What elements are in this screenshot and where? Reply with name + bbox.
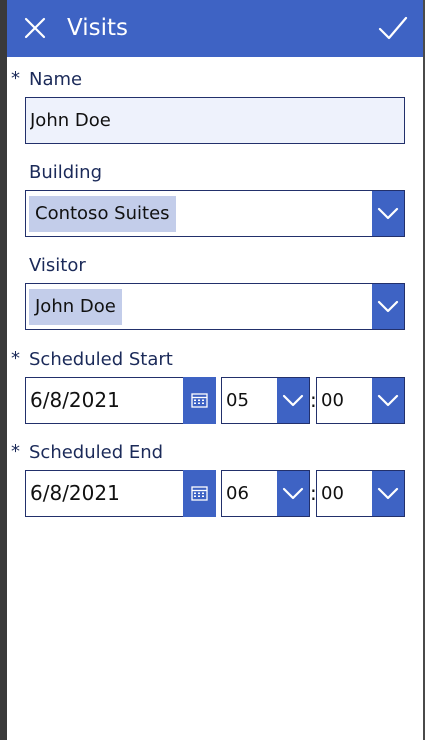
calendar-icon (191, 486, 208, 501)
chevron-down-icon (377, 487, 399, 500)
scheduled-start-minute-select[interactable]: 00 (316, 377, 405, 424)
visitor-combobox[interactable]: John Doe (25, 283, 405, 330)
building-dropdown-button[interactable] (372, 191, 404, 236)
close-button[interactable] (21, 14, 49, 42)
visitor-label: Visitor (29, 255, 86, 276)
name-required-marker: * (11, 68, 20, 89)
submit-button[interactable] (377, 12, 409, 44)
scheduled-end-minute-dropdown-button[interactable] (372, 471, 404, 516)
building-combobox[interactable]: Contoso Suites (25, 190, 405, 237)
scheduled-start-minute-dropdown-button[interactable] (372, 378, 404, 423)
chevron-down-icon (377, 300, 399, 313)
scheduled-end-required-marker: * (11, 441, 20, 462)
name-label: Name (29, 69, 83, 90)
scheduled-start-required-marker: * (11, 348, 20, 369)
scheduled-end-label: Scheduled End (29, 442, 164, 463)
chevron-down-icon (282, 487, 304, 500)
scheduled-end-hour-select[interactable]: 06 (221, 470, 310, 517)
scheduled-start-date-input[interactable]: 6/8/2021 (25, 377, 183, 424)
scheduled-start-hour-select[interactable]: 05 (221, 377, 310, 424)
scheduled-end-minute-value: 00 (321, 483, 344, 504)
chevron-down-icon (377, 394, 399, 407)
building-selected-value: Contoso Suites (29, 196, 176, 232)
visitor-selected-value: John Doe (29, 289, 122, 325)
window-frame-left (0, 0, 7, 740)
scheduled-end-calendar-button[interactable] (183, 470, 216, 517)
name-input[interactable] (25, 97, 405, 144)
scheduled-start-minute-value: 00 (321, 390, 344, 411)
checkmark-icon (378, 16, 408, 40)
scheduled-end-minute-select[interactable]: 00 (316, 470, 405, 517)
scheduled-start-label: Scheduled Start (29, 349, 173, 370)
visitor-dropdown-button[interactable] (372, 284, 404, 329)
scheduled-start-hour-value: 05 (226, 390, 249, 411)
page-title: Visits (67, 15, 128, 41)
building-label: Building (29, 162, 103, 183)
header-bar: Visits (7, 0, 423, 57)
chevron-down-icon (377, 207, 399, 220)
close-icon (24, 17, 46, 39)
calendar-icon (191, 393, 208, 408)
scheduled-start-hour-dropdown-button[interactable] (277, 378, 309, 423)
scheduled-end-date-input[interactable]: 6/8/2021 (25, 470, 183, 517)
scheduled-start-calendar-button[interactable] (183, 377, 216, 424)
scheduled-end-hour-value: 06 (226, 483, 249, 504)
scheduled-end-hour-dropdown-button[interactable] (277, 471, 309, 516)
chevron-down-icon (282, 394, 304, 407)
